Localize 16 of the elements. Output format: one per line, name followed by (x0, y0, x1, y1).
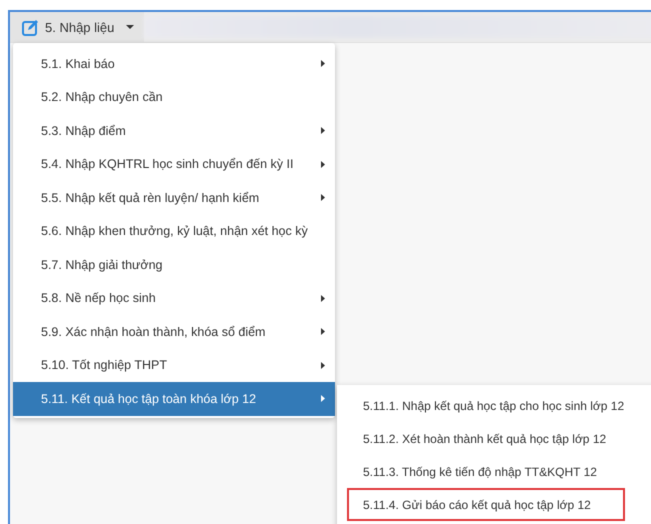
menu-item[interactable]: 5.10. Tốt nghiệp THPT (13, 348, 335, 382)
menu-item[interactable]: 5.1. Khai báo (13, 47, 335, 80)
submenu-item[interactable]: 5.11.2. Xét hoàn thành kết quả học tập lớp 12 (337, 422, 637, 455)
menu-button[interactable]: 5. Nhập liệu (10, 12, 144, 42)
menu-item[interactable]: 5.4. Nhập KQHTRL học sinh chuyển đến kỳ II (13, 148, 335, 181)
menu-item[interactable]: 5.7. Nhập giải thưởng (13, 248, 335, 282)
submenu-item[interactable]: 5.11.3. Thống kê tiến độ nhập TT&KQHT 12 (337, 455, 637, 488)
menu-item[interactable]: 5.6. Nhập khen thưởng, kỷ luật, nhận xét học kỳ (13, 214, 335, 248)
menu-item[interactable]: 5.2. Nhập chuyên cần (13, 80, 335, 114)
menu-item[interactable]: 5.3. Nhập điểm (13, 114, 335, 148)
menu-item[interactable]: 5.9. Xác nhận hoàn thành, khóa sổ điểm (13, 315, 335, 348)
menu-item[interactable]: 5.5. Nhập kết quả rèn luyện/ hạnh kiểm (13, 181, 335, 214)
submenu-item[interactable]: 5.11.4. Gửi báo cáo kết quả học tập lớp 12 (347, 488, 625, 521)
menu-item[interactable]: 5.11. Kết quả học tập toàn khóa lớp 12 (13, 382, 335, 416)
submenu-item[interactable]: 5.11.1. Nhập kết quả học tập cho học sinh lớp 12 (337, 389, 637, 422)
menu-item[interactable]: 5.8. Nề nếp học sinh (13, 282, 335, 315)
